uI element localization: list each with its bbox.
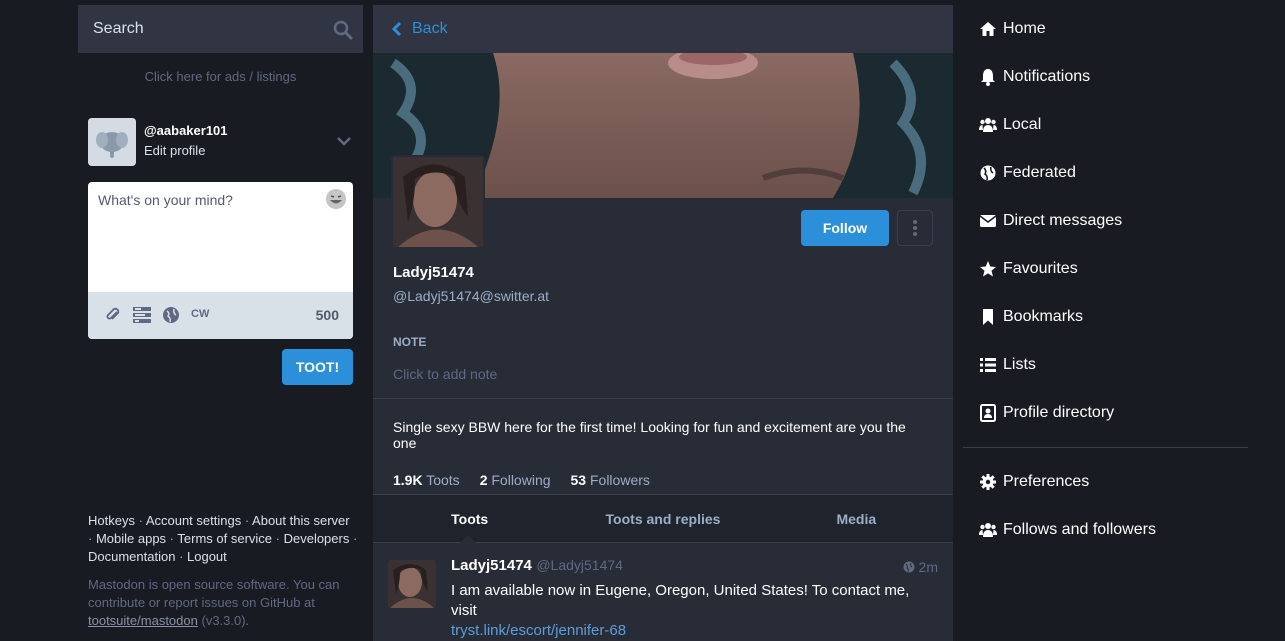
developers-link[interactable]: Developers (284, 531, 350, 546)
ellipsis-vertical-icon (913, 220, 917, 236)
envelope-icon (979, 215, 997, 227)
profile-column: Back Follow Ladyj51474 @Ladyj51474@switt… (373, 5, 953, 641)
tab-toots-and-replies[interactable]: Toots and replies (566, 495, 759, 542)
globe-icon (980, 165, 996, 181)
nav-direct-messages[interactable]: Direct messages (963, 197, 1248, 245)
account-settings-link[interactable]: Account settings (146, 513, 241, 528)
followers-count[interactable]: 53 Followers (571, 472, 650, 488)
search-input[interactable] (78, 5, 363, 53)
following-count[interactable]: 2 Following (480, 472, 551, 488)
status-handle[interactable]: @Ladyj51474 (536, 557, 623, 573)
content-warning-button[interactable]: CW (191, 308, 209, 320)
back-label: Back (412, 20, 448, 37)
bio-text: Single sexy BBW here for the first time!… (393, 419, 906, 451)
compose-toolbar: CW 500 (88, 292, 353, 339)
gear-icon (980, 474, 996, 490)
left-column: Click here for ads / listings @aabaker10… (78, 5, 363, 641)
back-button[interactable]: Back (373, 5, 953, 53)
mastodon-elephant-avatar-icon (88, 118, 136, 166)
chevron-down-icon[interactable] (335, 132, 353, 150)
chevron-left-icon (392, 21, 402, 37)
more-options-button[interactable] (897, 210, 933, 246)
globe-icon[interactable] (162, 306, 180, 324)
status-display-name[interactable]: Ladyj51474 (451, 557, 532, 574)
list-icon (980, 358, 996, 372)
footer: Hotkeys · Account settings · About this … (88, 512, 358, 630)
tab-media[interactable]: Media (760, 495, 953, 542)
nav-preferences[interactable]: Preferences (963, 458, 1248, 506)
edit-profile-link[interactable]: Edit profile (144, 143, 205, 158)
nav-favourites[interactable]: Favourites (963, 245, 1248, 293)
status-avatar-photo (388, 560, 436, 608)
profile-info: Follow Ladyj51474 @Ladyj51474@switter.at… (373, 155, 953, 398)
avatar[interactable] (388, 560, 436, 608)
profile-photo (393, 157, 483, 247)
hotkeys-link[interactable]: Hotkeys (88, 513, 135, 528)
profile-acct: @Ladyj51474@switter.at (393, 288, 550, 304)
account-summary: @aabaker101 Edit profile (88, 118, 353, 166)
mobile-apps-link[interactable]: Mobile apps (96, 531, 166, 546)
logout-link[interactable]: Logout (187, 549, 227, 564)
status-content: I am available now in Eugene, Oregon, Un… (451, 581, 939, 641)
status-item[interactable]: Ladyj51474 @Ladyj51474 2m I am available… (373, 543, 953, 641)
account-handle[interactable]: @aabaker101 (144, 123, 228, 138)
avatar[interactable] (391, 155, 485, 249)
nav-bookmarks[interactable]: Bookmarks (963, 293, 1248, 341)
active-tab-indicator (460, 535, 476, 543)
note-input[interactable]: Click to add note (393, 366, 497, 382)
status-timestamp[interactable]: 2m (903, 559, 938, 575)
navigation-panel: Home Notifications Local Federated Direc… (963, 5, 1248, 554)
bookmark-icon (983, 309, 993, 325)
footer-links: Hotkeys · Account settings · About this … (88, 513, 358, 564)
terms-link[interactable]: Terms of service (177, 531, 272, 546)
users-icon (979, 523, 997, 537)
bell-icon (981, 69, 995, 86)
about-server-link[interactable]: About this server (252, 513, 350, 528)
paperclip-icon[interactable] (104, 306, 122, 324)
nav-local[interactable]: Local (963, 101, 1248, 149)
note-label: NOTE (393, 335, 427, 349)
compose-textarea[interactable] (88, 182, 353, 292)
compose-form: CW 500 (88, 182, 353, 339)
globe-icon (903, 561, 915, 573)
nav-federated[interactable]: Federated (963, 149, 1248, 197)
ads-link[interactable]: Click here for ads / listings (78, 69, 363, 84)
status-header: Ladyj51474 @Ladyj51474 (451, 557, 939, 575)
about-prefix: Mastodon is open source software. You ca… (88, 577, 340, 610)
nav-home[interactable]: Home (963, 5, 1248, 53)
character-counter: 500 (315, 307, 339, 323)
nav-profile-directory[interactable]: Profile directory (963, 389, 1248, 437)
nav-follows-and-followers[interactable]: Follows and followers (963, 506, 1248, 554)
nav-divider (963, 447, 1248, 448)
profile-counts: 1.9K Toots 2 Following 53 Followers (393, 472, 933, 488)
avatar[interactable] (88, 118, 136, 166)
star-icon (980, 261, 996, 277)
toot-button[interactable]: TOOT! (282, 349, 353, 385)
about-text: Mastodon is open source software. You ca… (88, 576, 358, 630)
nav-lists[interactable]: Lists (963, 341, 1248, 389)
documentation-link[interactable]: Documentation (88, 549, 175, 564)
address-book-icon (980, 404, 996, 422)
profile-tabs: Toots Toots and replies Media (373, 495, 953, 543)
profile-bio: Single sexy BBW here for the first time!… (373, 398, 953, 495)
search-box (78, 5, 363, 53)
poll-icon[interactable] (132, 306, 152, 324)
emoji-picker-icon[interactable] (325, 188, 347, 210)
search-icon[interactable] (333, 20, 353, 40)
toots-count[interactable]: 1.9K Toots (393, 472, 460, 488)
follow-button[interactable]: Follow (801, 210, 889, 246)
users-icon (979, 118, 997, 132)
status-text: I am available now in Eugene, Oregon, Un… (451, 582, 910, 619)
home-icon (980, 22, 996, 36)
version-text: (v3.3.0). (201, 613, 250, 628)
nav-notifications[interactable]: Notifications (963, 53, 1248, 101)
status-link[interactable]: tryst.link/escort/jennifer-68 (451, 622, 626, 639)
repo-link[interactable]: tootsuite/mastodon (88, 613, 198, 628)
profile-display-name: Ladyj51474 (393, 264, 474, 281)
